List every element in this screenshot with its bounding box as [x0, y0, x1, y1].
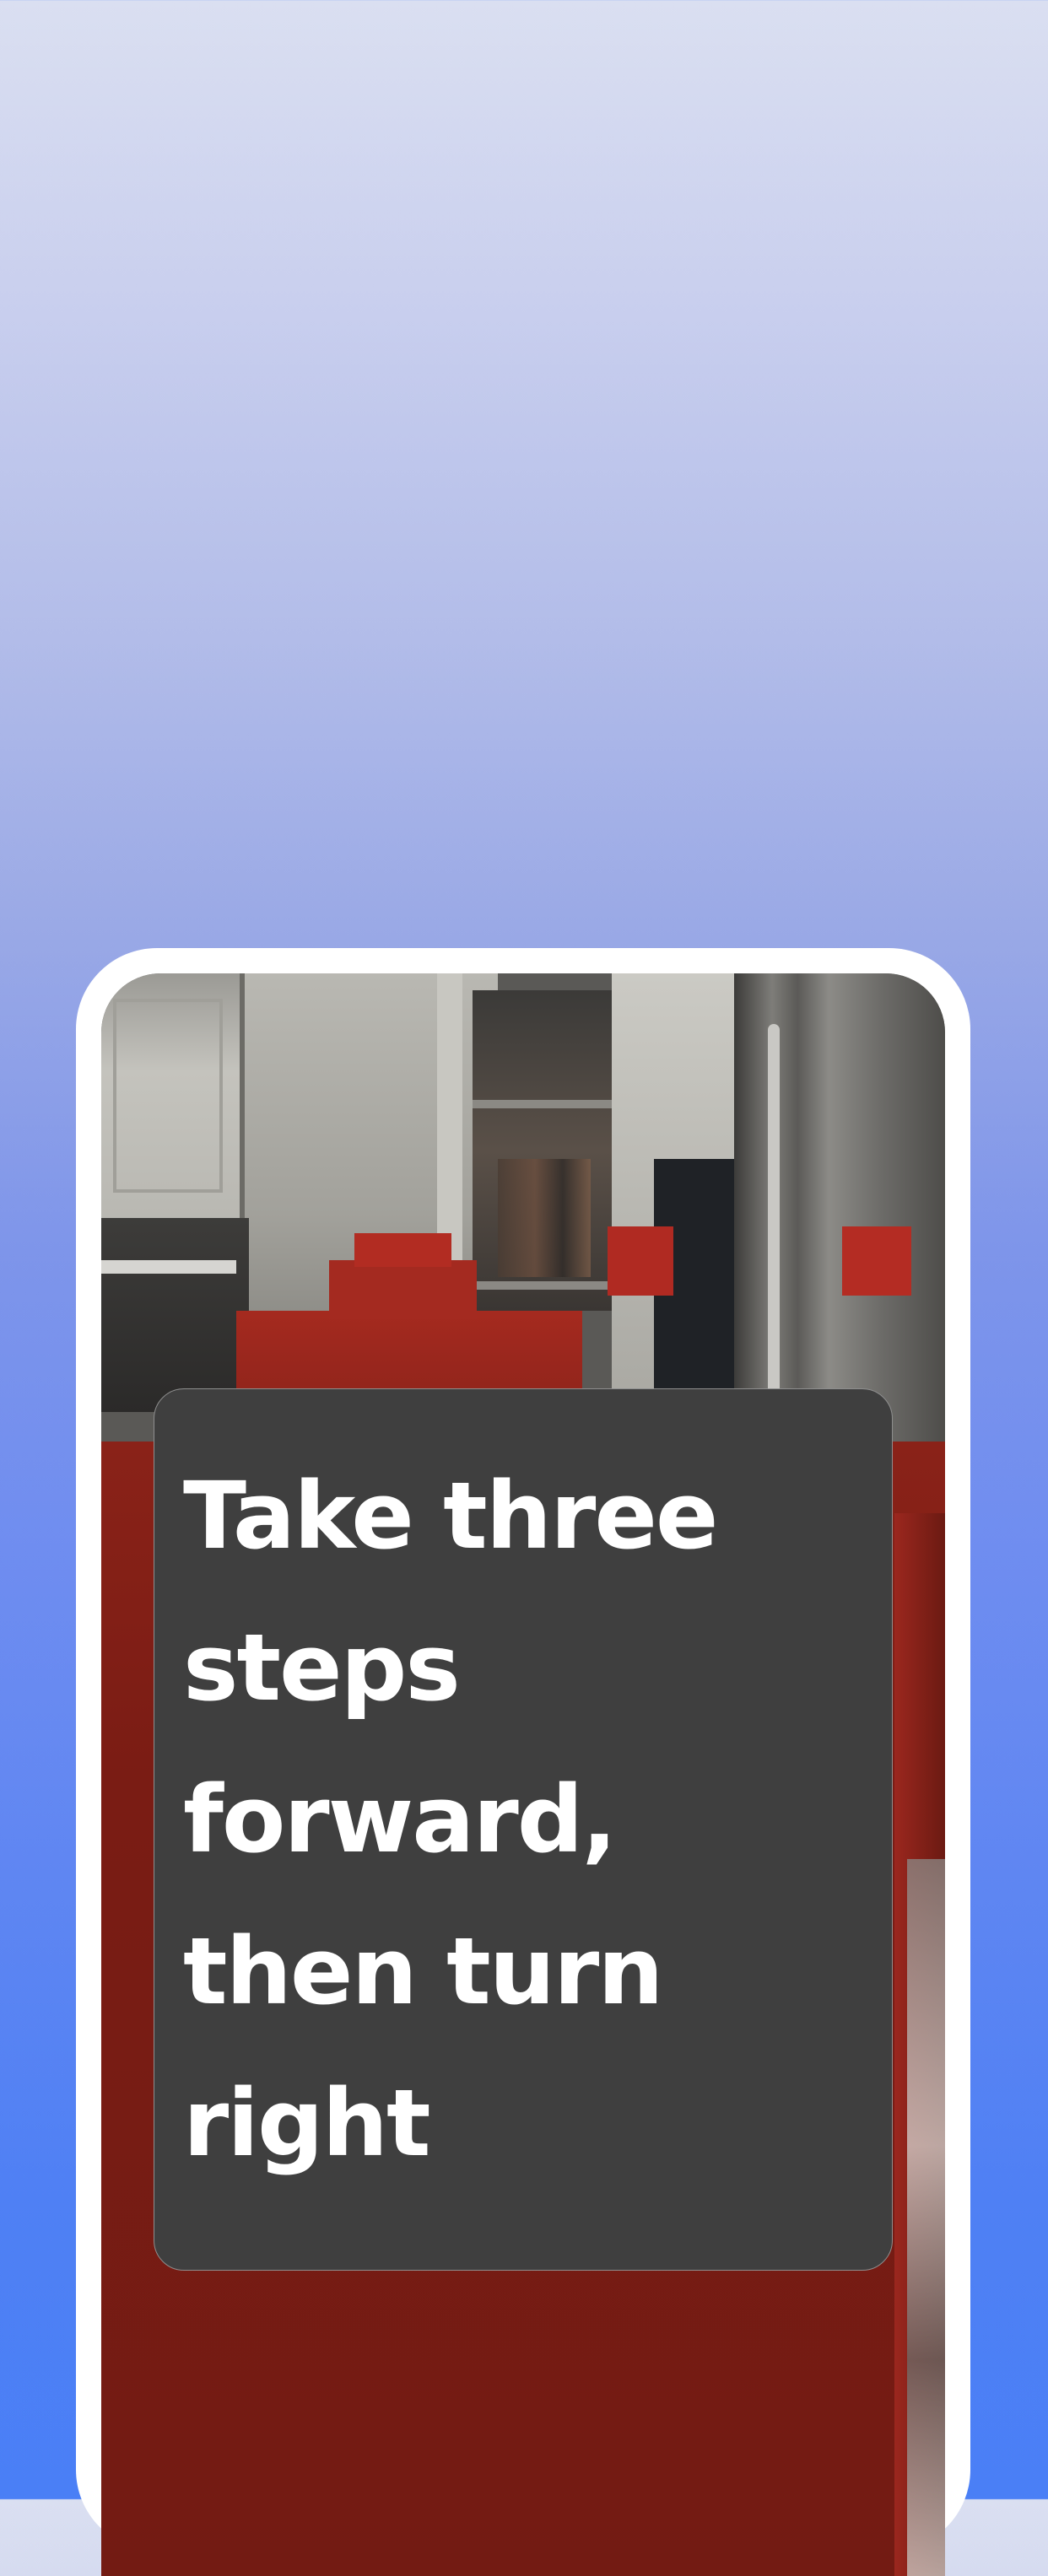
pantry-shelf — [473, 1100, 612, 1108]
cabinet-panel — [113, 999, 223, 1193]
ar-red-cube — [608, 1226, 673, 1296]
pantry-shelf — [473, 1281, 612, 1290]
kitchen-edge — [907, 1859, 945, 2576]
instruction-card: Take three steps forward, then turn righ… — [154, 1388, 893, 2271]
camera-view: Take three steps forward, then turn righ… — [101, 973, 945, 2576]
pantry-items — [498, 1159, 591, 1277]
oven-handle — [101, 1260, 236, 1274]
oven — [101, 1218, 249, 1412]
ar-red-cube — [842, 1226, 911, 1296]
instruction-text: Take three steps forward, then turn righ… — [183, 1462, 719, 2177]
ar-red-block — [354, 1233, 451, 1267]
ar-red-block — [329, 1260, 477, 1319]
refrigerator-handle — [768, 1024, 780, 1395]
phone-frame: Take three steps forward, then turn righ… — [76, 948, 970, 2576]
